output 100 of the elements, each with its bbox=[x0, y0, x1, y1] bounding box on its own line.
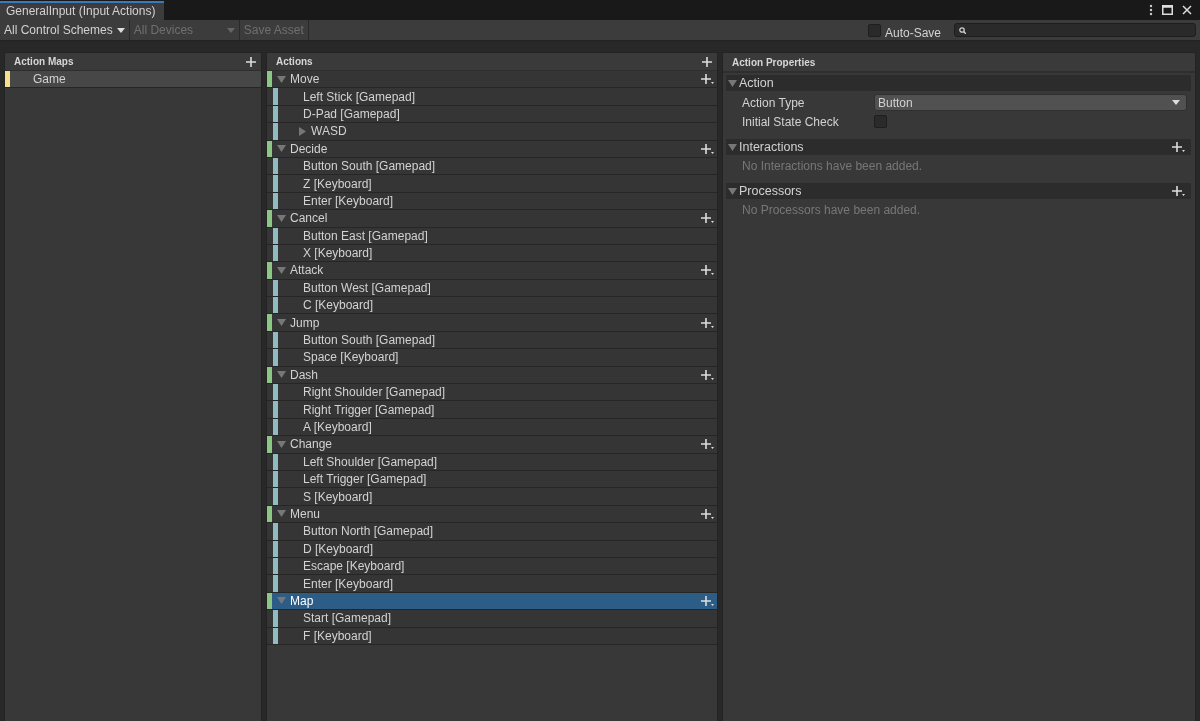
section-header[interactable]: Processors bbox=[726, 183, 1191, 199]
action-item[interactable]: Move bbox=[267, 71, 717, 89]
expanded-arrow-icon[interactable] bbox=[728, 78, 737, 88]
expanded-arrow-icon[interactable] bbox=[277, 74, 286, 84]
binding-label: Right Trigger [Gamepad] bbox=[303, 402, 435, 417]
auto-save-label: Auto-Save bbox=[884, 26, 941, 40]
binding-label: Left Stick [Gamepad] bbox=[303, 89, 416, 104]
binding-item[interactable]: C [Keyboard] bbox=[267, 297, 717, 315]
action-label: Jump bbox=[290, 315, 320, 330]
add-icon[interactable] bbox=[246, 56, 256, 67]
action-item[interactable]: Change bbox=[267, 436, 717, 454]
section-title: Processors bbox=[739, 184, 802, 198]
action-type-dropdown[interactable]: Button bbox=[874, 94, 1187, 111]
expanded-arrow-icon[interactable] bbox=[277, 213, 286, 223]
collapsed-arrow-icon[interactable] bbox=[298, 126, 307, 136]
expanded-arrow-icon[interactable] bbox=[277, 439, 286, 449]
action-item[interactable]: Jump bbox=[267, 314, 717, 332]
binding-label: Button West [Gamepad] bbox=[303, 280, 431, 295]
binding-item[interactable]: Button North [Gamepad] bbox=[267, 523, 717, 541]
panel-title: Actions bbox=[276, 56, 313, 67]
add-dropdown-icon[interactable] bbox=[1172, 186, 1185, 196]
empty-message: No Processors have been added. bbox=[742, 202, 922, 219]
item-label: Game bbox=[33, 72, 66, 87]
action-item[interactable]: Cancel bbox=[267, 210, 717, 228]
maximize-icon[interactable] bbox=[1162, 5, 1173, 15]
add-dropdown-icon[interactable] bbox=[701, 369, 714, 380]
binding-label: Start [Gamepad] bbox=[303, 611, 392, 626]
binding-label: F [Keyboard] bbox=[303, 628, 372, 643]
auto-save-checkbox[interactable] bbox=[867, 23, 881, 37]
action-label: Move bbox=[290, 72, 320, 87]
close-icon[interactable] bbox=[1182, 5, 1192, 15]
binding-label: Button East [Gamepad] bbox=[303, 228, 428, 243]
field-label: Action Type bbox=[742, 95, 806, 110]
add-icon[interactable] bbox=[702, 56, 712, 67]
binding-label: S [Keyboard] bbox=[303, 489, 373, 504]
add-dropdown-icon[interactable] bbox=[701, 439, 714, 450]
expanded-arrow-icon[interactable] bbox=[277, 144, 286, 154]
dropdown-arrow-icon bbox=[226, 27, 235, 33]
action-label: Attack bbox=[290, 263, 324, 278]
add-dropdown-icon[interactable] bbox=[701, 74, 714, 85]
binding-label: Button South [Gamepad] bbox=[303, 159, 436, 174]
binding-item[interactable]: Enter [Keyboard] bbox=[267, 575, 717, 593]
expanded-arrow-icon[interactable] bbox=[277, 509, 286, 519]
add-dropdown-icon[interactable] bbox=[701, 508, 714, 519]
section-header[interactable]: Action bbox=[726, 75, 1191, 91]
dropdown-arrow-icon bbox=[116, 27, 125, 33]
action-label: Change bbox=[290, 437, 333, 452]
search-icon bbox=[959, 26, 966, 34]
section-title: Interactions bbox=[739, 140, 804, 154]
binding-label: Button South [Gamepad] bbox=[303, 333, 436, 348]
binding-label: Right Shoulder [Gamepad] bbox=[303, 385, 446, 400]
binding-label: Enter [Keyboard] bbox=[303, 576, 394, 591]
action-map-item[interactable]: Game bbox=[5, 71, 261, 89]
add-dropdown-icon[interactable] bbox=[701, 213, 714, 224]
binding-label: Button North [Gamepad] bbox=[303, 524, 434, 539]
action-label: Cancel bbox=[290, 211, 328, 226]
binding-item[interactable]: WASD bbox=[267, 123, 717, 141]
binding-label: D [Keyboard] bbox=[303, 541, 374, 556]
binding-item[interactable]: Z [Keyboard] bbox=[267, 175, 717, 193]
window-tab[interactable]: GeneralInput (Input Actions) bbox=[0, 1, 165, 21]
binding-label: D-Pad [Gamepad] bbox=[303, 106, 400, 121]
add-dropdown-icon[interactable] bbox=[701, 265, 714, 276]
action-item[interactable]: Attack bbox=[267, 262, 717, 280]
expanded-arrow-icon[interactable] bbox=[728, 186, 737, 196]
binding-item[interactable]: S [Keyboard] bbox=[267, 488, 717, 506]
section-header[interactable]: Interactions bbox=[726, 139, 1191, 155]
binding-item[interactable]: Space [Keyboard] bbox=[267, 349, 717, 367]
add-dropdown-icon[interactable] bbox=[701, 317, 714, 328]
section-title: Action bbox=[739, 76, 774, 90]
empty-message: No Interactions have been added. bbox=[742, 158, 924, 175]
expanded-arrow-icon[interactable] bbox=[728, 142, 737, 152]
dropdown-arrow-icon bbox=[1172, 100, 1180, 105]
binding-label: Left Shoulder [Gamepad] bbox=[303, 454, 438, 469]
binding-label: WASD bbox=[311, 124, 347, 139]
add-dropdown-icon[interactable] bbox=[701, 143, 714, 154]
binding-item[interactable]: Left Stick [Gamepad] bbox=[267, 88, 717, 106]
binding-item[interactable]: Right Trigger [Gamepad] bbox=[267, 401, 717, 419]
binding-label: Z [Keyboard] bbox=[303, 176, 372, 191]
binding-label: Space [Keyboard] bbox=[303, 350, 399, 365]
search-field[interactable] bbox=[954, 23, 1196, 37]
binding-label: C [Keyboard] bbox=[303, 298, 374, 313]
add-dropdown-icon[interactable] bbox=[1172, 142, 1185, 152]
binding-item[interactable]: Right Shoulder [Gamepad] bbox=[267, 384, 717, 402]
expanded-arrow-icon[interactable] bbox=[277, 370, 286, 380]
action-label: Decide bbox=[290, 141, 328, 156]
panel-title: Action Maps bbox=[14, 56, 74, 67]
add-dropdown-icon[interactable] bbox=[701, 595, 714, 606]
color-bar bbox=[5, 71, 10, 88]
action-label: Dash bbox=[290, 367, 318, 382]
more-icon[interactable] bbox=[1149, 4, 1153, 16]
binding-item[interactable]: Start [Gamepad] bbox=[267, 610, 717, 628]
action-label: Map bbox=[290, 593, 314, 608]
action-label: Menu bbox=[290, 506, 321, 521]
binding-label: Enter [Keyboard] bbox=[303, 193, 394, 208]
expanded-arrow-icon[interactable] bbox=[277, 318, 286, 328]
field-label: Initial State Check bbox=[742, 114, 840, 129]
binding-label: Escape [Keyboard] bbox=[303, 559, 405, 574]
initial-state-checkbox[interactable] bbox=[874, 115, 887, 128]
expanded-arrow-icon[interactable] bbox=[277, 266, 286, 275]
binding-label: X [Keyboard] bbox=[303, 246, 373, 261]
